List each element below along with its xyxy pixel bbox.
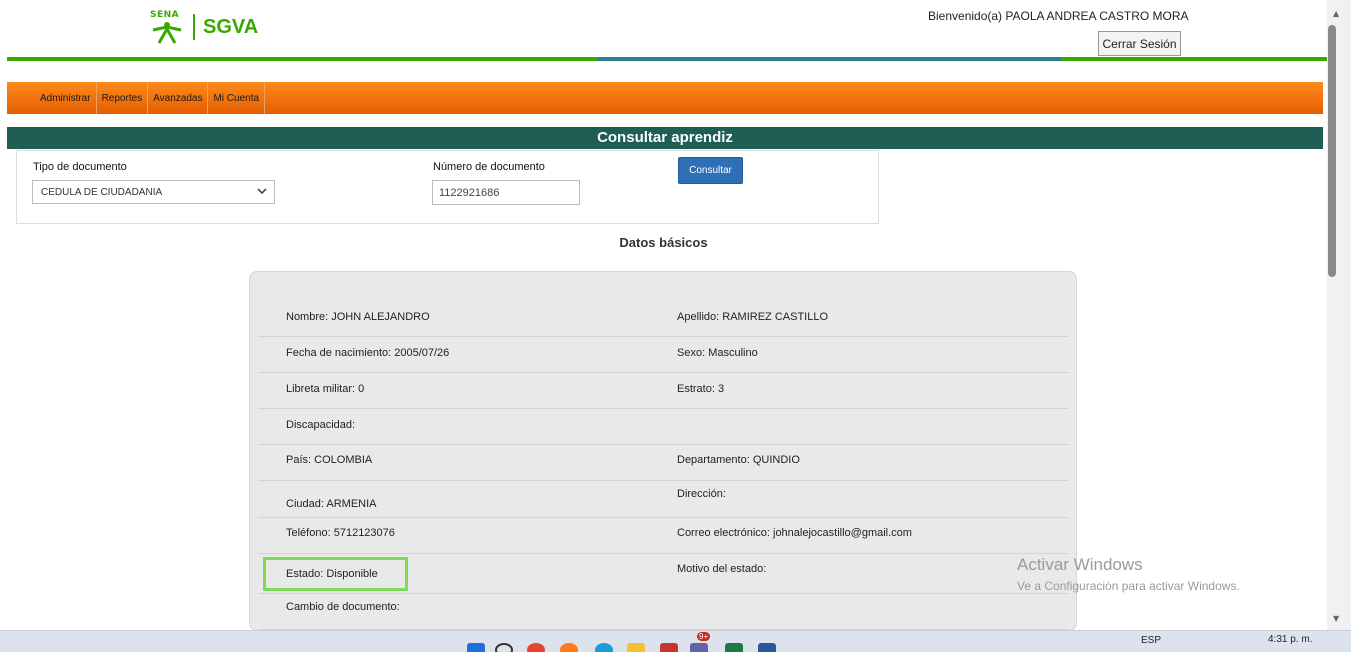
- activation-watermark-sub: Ve a Configuración para activar Windows.: [1017, 579, 1240, 593]
- main-nav: Administrar Reportes Avanzadas Mi Cuenta: [7, 82, 1323, 114]
- data-row: Nombre: JOHN ALEJANDRO Apellido: RAMIREZ…: [258, 301, 1069, 337]
- folder-icon[interactable]: [627, 643, 645, 652]
- data-field: Fecha de nacimiento: 2005/07/26: [286, 347, 450, 359]
- data-row: Discapacidad:: [258, 409, 1069, 445]
- sena-logo-icon: SENA: [147, 10, 187, 44]
- clock[interactable]: 4:31 p. m.: [1268, 634, 1312, 645]
- basic-data-title: Datos básicos: [619, 235, 708, 250]
- estado-highlight-box: [263, 557, 408, 591]
- pdf-icon[interactable]: [660, 643, 678, 652]
- doc-number-input[interactable]: [432, 180, 580, 205]
- header-line: [598, 57, 1061, 61]
- data-field: Discapacidad:: [286, 419, 356, 431]
- doc-type-label: Tipo de documento: [33, 161, 127, 173]
- teams-icon[interactable]: [690, 643, 708, 652]
- notification-badge: 9+: [697, 632, 711, 641]
- scroll-up-icon[interactable]: ▲: [1333, 9, 1339, 18]
- data-field: Apellido: RAMIREZ CASTILLO: [677, 311, 829, 323]
- edge-icon[interactable]: [595, 643, 613, 652]
- data-field: Sexo: Masculino: [677, 347, 758, 359]
- logo-divider: [193, 14, 195, 40]
- data-field: Nombre: JOHN ALEJANDRO: [286, 311, 430, 323]
- word-icon[interactable]: [758, 643, 776, 652]
- data-field: Dirección:: [677, 488, 726, 500]
- data-row: Cambio de documento:: [258, 594, 1069, 630]
- data-field: Correo electrónico: johnalejocastillo@gm…: [677, 527, 912, 539]
- excel-icon[interactable]: [725, 643, 743, 652]
- data-field: Motivo del estado:: [677, 563, 767, 575]
- language-indicator[interactable]: ESP: [1141, 635, 1161, 646]
- nav-item-administrar[interactable]: Administrar: [35, 82, 97, 114]
- data-field: País: COLOMBIA: [286, 454, 373, 466]
- header-line: [1061, 57, 1327, 61]
- nav-item-reportes[interactable]: Reportes: [97, 82, 149, 114]
- doc-number-label: Número de documento: [433, 161, 545, 173]
- search-icon[interactable]: [495, 643, 513, 652]
- data-row: Libreta militar: 0 Estrato: 3: [258, 373, 1069, 409]
- app-header: SENA SGVA Bienvenido(a) PAOLA ANDREA CAS…: [0, 0, 1327, 62]
- data-field: Estrato: 3: [677, 383, 725, 395]
- data-row: Teléfono: 5712123076 Correo electrónico:…: [258, 518, 1069, 554]
- nav-item-avanzadas[interactable]: Avanzadas: [148, 82, 209, 114]
- chevron-down-icon: [257, 185, 267, 199]
- data-field: Cambio de documento:: [286, 601, 400, 613]
- doc-type-value: CEDULA DE CIUDADANIA: [41, 186, 163, 198]
- data-row: Fecha de nacimiento: 2005/07/26 Sexo: Ma…: [258, 337, 1069, 373]
- data-field: Ciudad: ARMENIA: [286, 498, 377, 510]
- nav-item-mi-cuenta[interactable]: Mi Cuenta: [208, 82, 266, 114]
- activation-watermark: Activar Windows: [1017, 555, 1143, 574]
- taskbar: 9+ ESP 4:31 p. m.: [0, 630, 1351, 652]
- data-row: País: COLOMBIA Departamento: QUINDIO: [258, 445, 1069, 481]
- doc-type-select[interactable]: CEDULA DE CIUDADANIA: [32, 180, 275, 204]
- windows-start-icon[interactable]: [467, 643, 485, 652]
- logout-button[interactable]: Cerrar Sesión: [1098, 31, 1181, 56]
- scrollbar-thumb[interactable]: [1328, 25, 1336, 277]
- logo-text: SGVA: [203, 15, 259, 38]
- header-line: [7, 57, 598, 61]
- data-field: Libreta militar: 0: [286, 383, 365, 395]
- scroll-down-icon[interactable]: ▼: [1333, 614, 1339, 623]
- chrome-icon[interactable]: [527, 643, 545, 652]
- page-title: Consultar aprendiz: [7, 127, 1323, 149]
- consult-button[interactable]: Consultar: [678, 157, 743, 184]
- data-field: Teléfono: 5712123076: [286, 527, 395, 539]
- sgva-logo[interactable]: SENA SGVA: [147, 10, 258, 44]
- data-field: Departamento: QUINDIO: [677, 454, 800, 466]
- data-row: Ciudad: ARMENIA Dirección:: [258, 481, 1069, 518]
- welcome-text: Bienvenido(a) PAOLA ANDREA CASTRO MORA: [928, 9, 1189, 23]
- firefox-icon[interactable]: [560, 643, 578, 652]
